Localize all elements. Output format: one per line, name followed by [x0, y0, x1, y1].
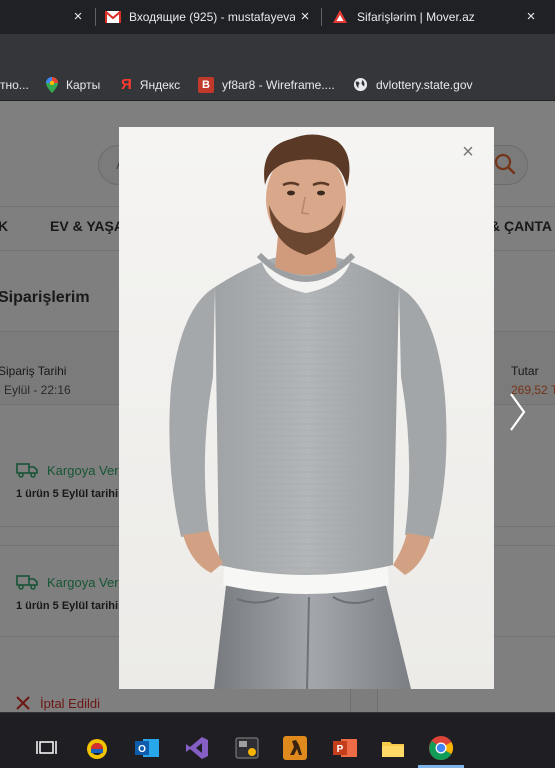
app-icon[interactable] — [84, 735, 110, 761]
powerpoint-icon[interactable]: P — [332, 735, 358, 761]
bookmark-label: Яндекс — [139, 77, 181, 92]
globe-icon — [353, 77, 368, 92]
tab-title: Sifarişlərim | Mover.az — [357, 10, 475, 24]
tab-mover[interactable]: Sifarişlərim | Mover.az — [332, 0, 512, 34]
file-explorer-icon[interactable] — [380, 735, 406, 761]
bookmark-label: dvlottery.state.gov — [376, 77, 473, 92]
address-bar-area — [0, 34, 555, 68]
tab-close-button[interactable]: × — [523, 9, 539, 25]
tab-separator — [321, 8, 322, 26]
chrome-icon[interactable] — [428, 735, 454, 761]
tab-separator — [95, 8, 96, 26]
chevron-right-icon[interactable] — [507, 392, 527, 432]
svg-text:P: P — [337, 744, 344, 755]
bookmark-label: тно... — [0, 77, 29, 92]
bookmark-label: Карты — [66, 77, 101, 92]
counter-strike-icon[interactable] — [282, 735, 308, 761]
modal-close-button[interactable]: × — [459, 142, 477, 162]
svg-text:O: O — [138, 744, 146, 755]
visual-studio-icon[interactable] — [184, 735, 210, 761]
task-view-icon[interactable] — [36, 735, 62, 761]
media-app-icon[interactable] — [234, 735, 260, 761]
bookmarks-bar: тно... Карты Я Яндекс B yf8ar8 - Wirefra… — [0, 68, 555, 101]
balsamiq-icon: B — [198, 76, 214, 93]
bookmark-maps[interactable]: Карты — [46, 68, 100, 101]
bookmark-label: yf8ar8 - Wireframe.... — [222, 77, 335, 92]
tab-gmail[interactable]: Входящие (925) - mustafayeva — [105, 0, 295, 34]
tab-close-button[interactable]: × — [297, 9, 313, 25]
maps-pin-icon — [46, 76, 58, 93]
tab-title: Входящие (925) - mustafayeva — [129, 10, 295, 24]
mover-icon — [333, 10, 347, 23]
gmail-icon — [105, 11, 121, 23]
outlook-icon[interactable]: O — [134, 735, 160, 761]
tab-strip: × Входящие (925) - mustafayeva × Sifariş… — [0, 0, 555, 34]
product-photo — [119, 127, 494, 689]
bookmark-item[interactable]: тно... — [0, 68, 29, 101]
yandex-icon: Я — [121, 76, 132, 93]
bookmark-dvlottery[interactable]: dvlottery.state.gov — [353, 68, 473, 101]
bookmark-wireframe[interactable]: B yf8ar8 - Wireframe.... — [198, 68, 335, 101]
tab-close-button[interactable]: × — [70, 9, 86, 25]
os-taskbar: O P — [0, 712, 555, 768]
image-modal — [119, 127, 494, 689]
bookmark-yandex[interactable]: Я Яндекс — [121, 68, 180, 101]
